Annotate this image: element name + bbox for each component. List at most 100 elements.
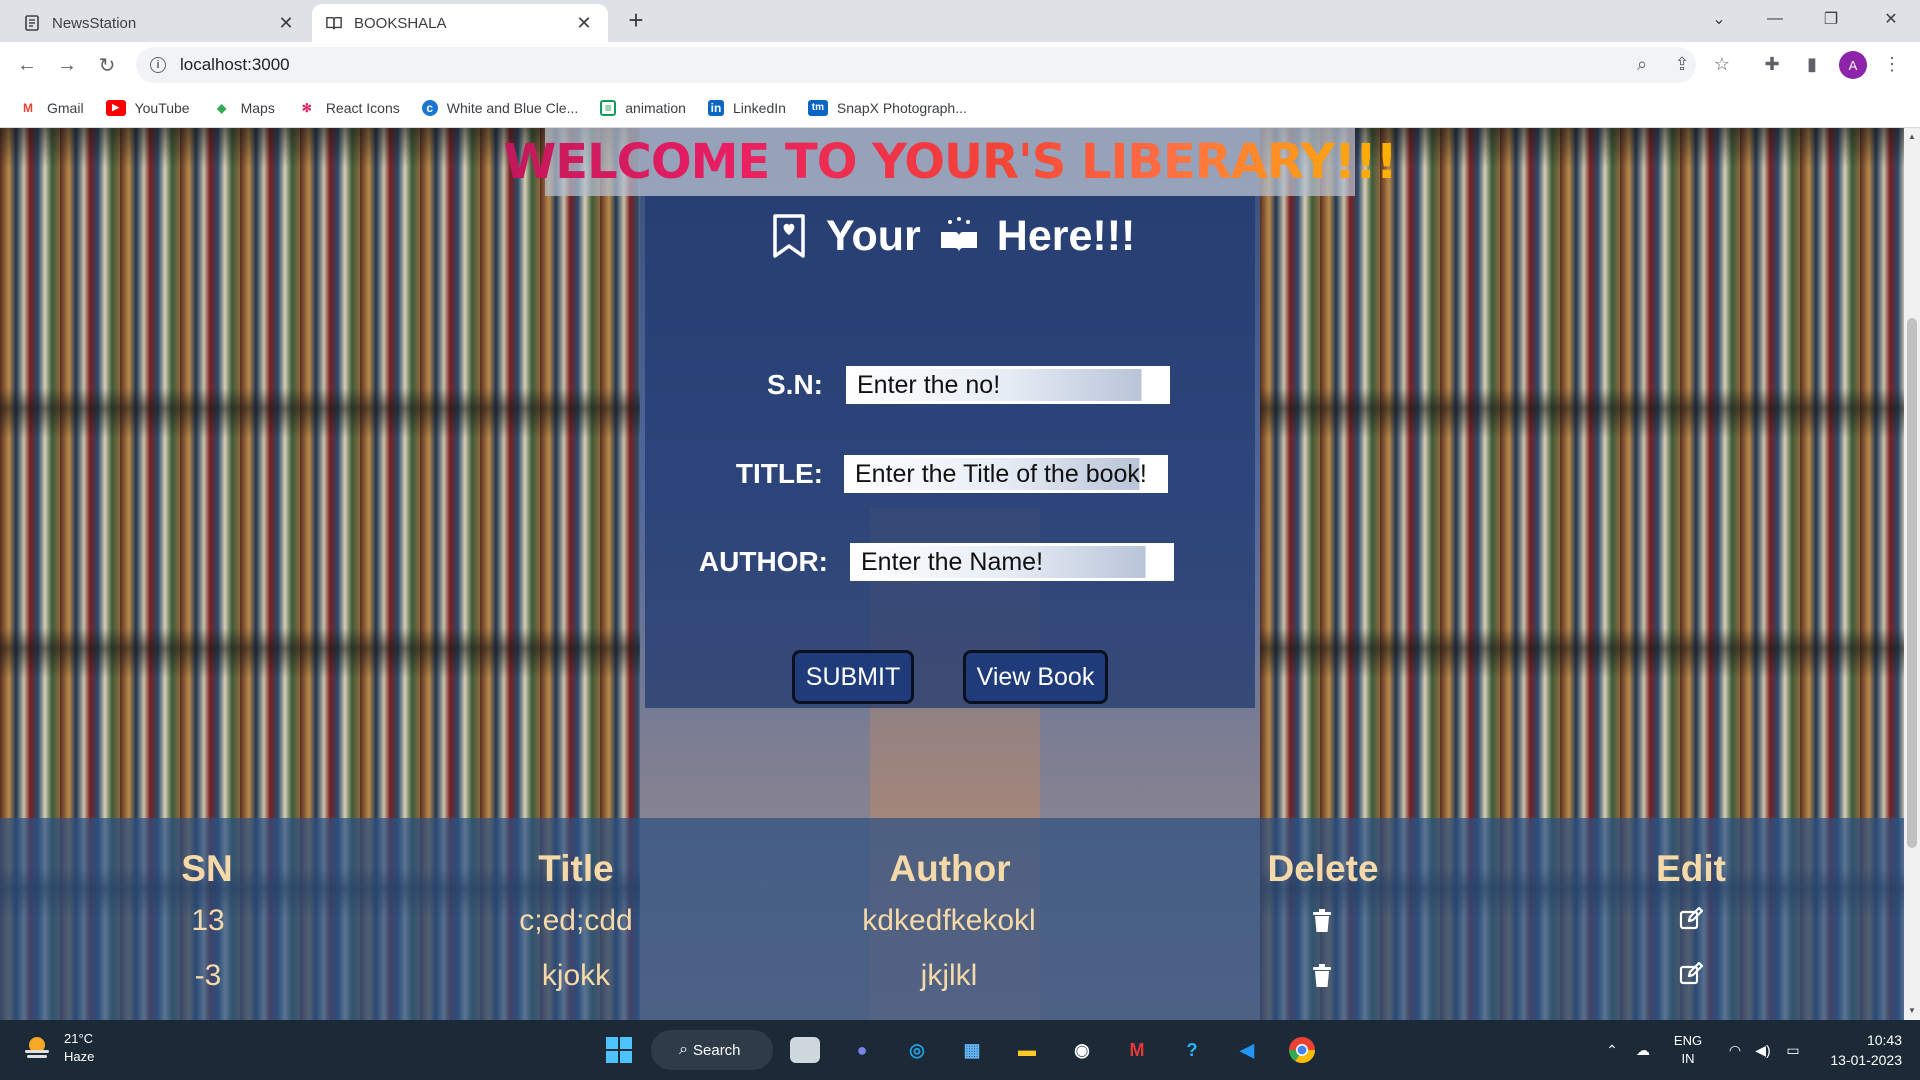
book-form-panel: Your Here!!! S.N: TITLE: AUTHOR: SUBMIT …	[645, 196, 1255, 708]
battery-icon[interactable]: ▭	[1780, 1020, 1806, 1080]
forward-icon[interactable]: →	[52, 50, 82, 80]
share-icon[interactable]: ⇪	[1668, 50, 1696, 78]
edit-icon[interactable]	[1676, 959, 1706, 989]
sn-input[interactable]	[846, 366, 1170, 404]
edit-icon[interactable]	[1676, 904, 1706, 934]
windows-start-icon[interactable]	[601, 1032, 637, 1068]
bookmark-label: White and Blue Cle...	[446, 99, 579, 116]
cell-title: kjokk	[541, 959, 611, 992]
scroll-down-icon[interactable]: ▼	[1907, 1006, 1917, 1016]
help-icon[interactable]: ?	[1174, 1032, 1210, 1068]
vscode-icon[interactable]: ◀	[1229, 1032, 1265, 1068]
open-book-icon	[937, 216, 981, 256]
site-info-icon[interactable]: i	[150, 57, 166, 73]
close-window-icon[interactable]: ✕	[1868, 0, 1914, 38]
header-delete: Delete	[1267, 848, 1379, 889]
bookmark-gmail[interactable]: M Gmail	[18, 100, 84, 116]
bookmark-maps[interactable]: ◆ Maps	[212, 100, 275, 116]
page-scrollbar[interactable]: ▲ ▼	[1904, 128, 1920, 1020]
tab-newsstation[interactable]: NewsStation ✕	[10, 4, 310, 42]
bookmark-label: SnapX Photograph...	[836, 99, 967, 116]
cell-author: jkjlkl	[920, 959, 978, 992]
trash-icon[interactable]	[1307, 961, 1337, 991]
address-toolbar: ← → ↻ i localhost:3000 ⌕ ⇪ ☆ ✚ ▮ A ⋮	[0, 42, 1920, 88]
bookmark-label: LinkedIn	[732, 99, 786, 116]
cell-sn: -3	[194, 959, 222, 992]
header-sn: SN	[181, 848, 233, 889]
bookmark-label: animation	[625, 99, 686, 116]
bookmark-label: Maps	[240, 99, 275, 116]
onedrive-icon[interactable]: ☁	[1630, 1020, 1656, 1080]
bookmark-label: YouTube	[134, 99, 190, 116]
gmail-icon: M	[23, 100, 33, 115]
welcome-title: WELCOME TO YOUR'S LIBERARY!!!	[503, 134, 1397, 190]
title-input[interactable]	[844, 455, 1168, 493]
bookmark-star-icon[interactable]: ☆	[1708, 50, 1736, 78]
restore-icon[interactable]: ❐	[1808, 0, 1854, 38]
file-explorer-icon[interactable]: ▬	[1009, 1032, 1045, 1068]
title-row: TITLE:	[645, 455, 1225, 493]
clock-date: 13-01-2023	[1830, 1052, 1902, 1068]
snapx-icon: tm	[807, 99, 828, 116]
task-view-icon[interactable]	[790, 1037, 820, 1063]
trash-icon[interactable]	[1307, 906, 1337, 936]
maps-icon: ◆	[216, 100, 227, 115]
profile-avatar[interactable]: A	[1839, 51, 1867, 79]
system-clock[interactable]: 10:43 13-01-2023	[1812, 1030, 1902, 1070]
scrollbar-thumb[interactable]	[1907, 318, 1917, 848]
extensions-icon[interactable]: ✚	[1758, 50, 1786, 78]
header-title: Title	[538, 848, 614, 889]
author-input[interactable]	[850, 543, 1174, 581]
submit-button[interactable]: SUBMIT	[792, 650, 914, 704]
teams-chat-icon[interactable]: ●	[844, 1032, 880, 1068]
taskbar-search[interactable]: ⌕ Search	[651, 1030, 773, 1070]
chrome-icon[interactable]	[1284, 1032, 1320, 1068]
store-icon[interactable]: ▦	[954, 1032, 990, 1068]
author-row: AUTHOR:	[645, 543, 1225, 581]
url-text: localhost:3000	[180, 55, 290, 74]
bookmark-react-icons[interactable]: ✻ React Icons	[297, 100, 400, 116]
back-icon[interactable]: ←	[12, 50, 42, 80]
minimize-icon[interactable]: —	[1752, 0, 1798, 38]
new-tab-button[interactable]: +	[622, 5, 650, 35]
bookmark-animation[interactable]: ≡ animation	[600, 99, 686, 116]
form-heading: Your Here!!!	[770, 206, 1135, 266]
volume-icon[interactable]: ◀)	[1750, 1020, 1776, 1080]
weather-widget[interactable]: 21°C Haze	[22, 1030, 94, 1066]
address-bar[interactable]: i localhost:3000	[136, 47, 1696, 83]
view-book-button[interactable]: View Book	[963, 650, 1108, 704]
document-icon	[24, 15, 40, 31]
book-icon	[326, 15, 342, 31]
cell-sn: 13	[191, 904, 225, 937]
zoom-icon[interactable]: ⌕	[1628, 50, 1656, 78]
sn-row: S.N:	[645, 366, 1225, 404]
page-viewport: WELCOME TO YOUR'S LIBERARY!!! Your Here!…	[0, 128, 1904, 1020]
header-author: Author	[889, 848, 1011, 889]
tab-bookshala[interactable]: BOOKSHALA ✕	[312, 4, 608, 42]
bookmark-white-blue[interactable]: c White and Blue Cle...	[421, 99, 579, 116]
cell-author: kdkedfkekokl	[862, 904, 1036, 937]
language-indicator[interactable]: ENG IN	[1666, 1020, 1710, 1080]
animation-icon: ≡	[600, 99, 617, 116]
bookmark-linkedin[interactable]: in LinkedIn	[707, 99, 786, 116]
reload-icon[interactable]: ↻	[92, 50, 122, 80]
github-icon[interactable]: ◉	[1064, 1032, 1100, 1068]
sn-label: S.N:	[767, 369, 823, 400]
tab-search-icon[interactable]: ⌄	[1696, 0, 1742, 38]
close-tab-icon[interactable]: ✕	[276, 13, 296, 34]
bookmark-label: Gmail	[47, 99, 84, 116]
edge-icon[interactable]: ◎	[899, 1032, 935, 1068]
show-hidden-icons[interactable]: ⌃	[1600, 1020, 1624, 1080]
bookmark-youtube[interactable]: ▶ YouTube	[105, 99, 190, 116]
scroll-up-icon[interactable]: ▲	[1907, 132, 1917, 142]
mcafee-icon[interactable]: M	[1119, 1032, 1155, 1068]
heading-word-here: Here!!!	[996, 211, 1136, 260]
side-panel-icon[interactable]: ▮	[1798, 50, 1826, 78]
menu-icon[interactable]: ⋮	[1878, 50, 1906, 78]
bookmark-snapx[interactable]: tm SnapX Photograph...	[807, 99, 967, 116]
search-label: Search	[693, 1041, 741, 1059]
language-code: ENG	[1673, 1033, 1703, 1048]
wifi-icon[interactable]: ◠	[1722, 1020, 1748, 1080]
react-icon: ✻	[301, 100, 312, 115]
close-tab-icon[interactable]: ✕	[574, 13, 594, 34]
